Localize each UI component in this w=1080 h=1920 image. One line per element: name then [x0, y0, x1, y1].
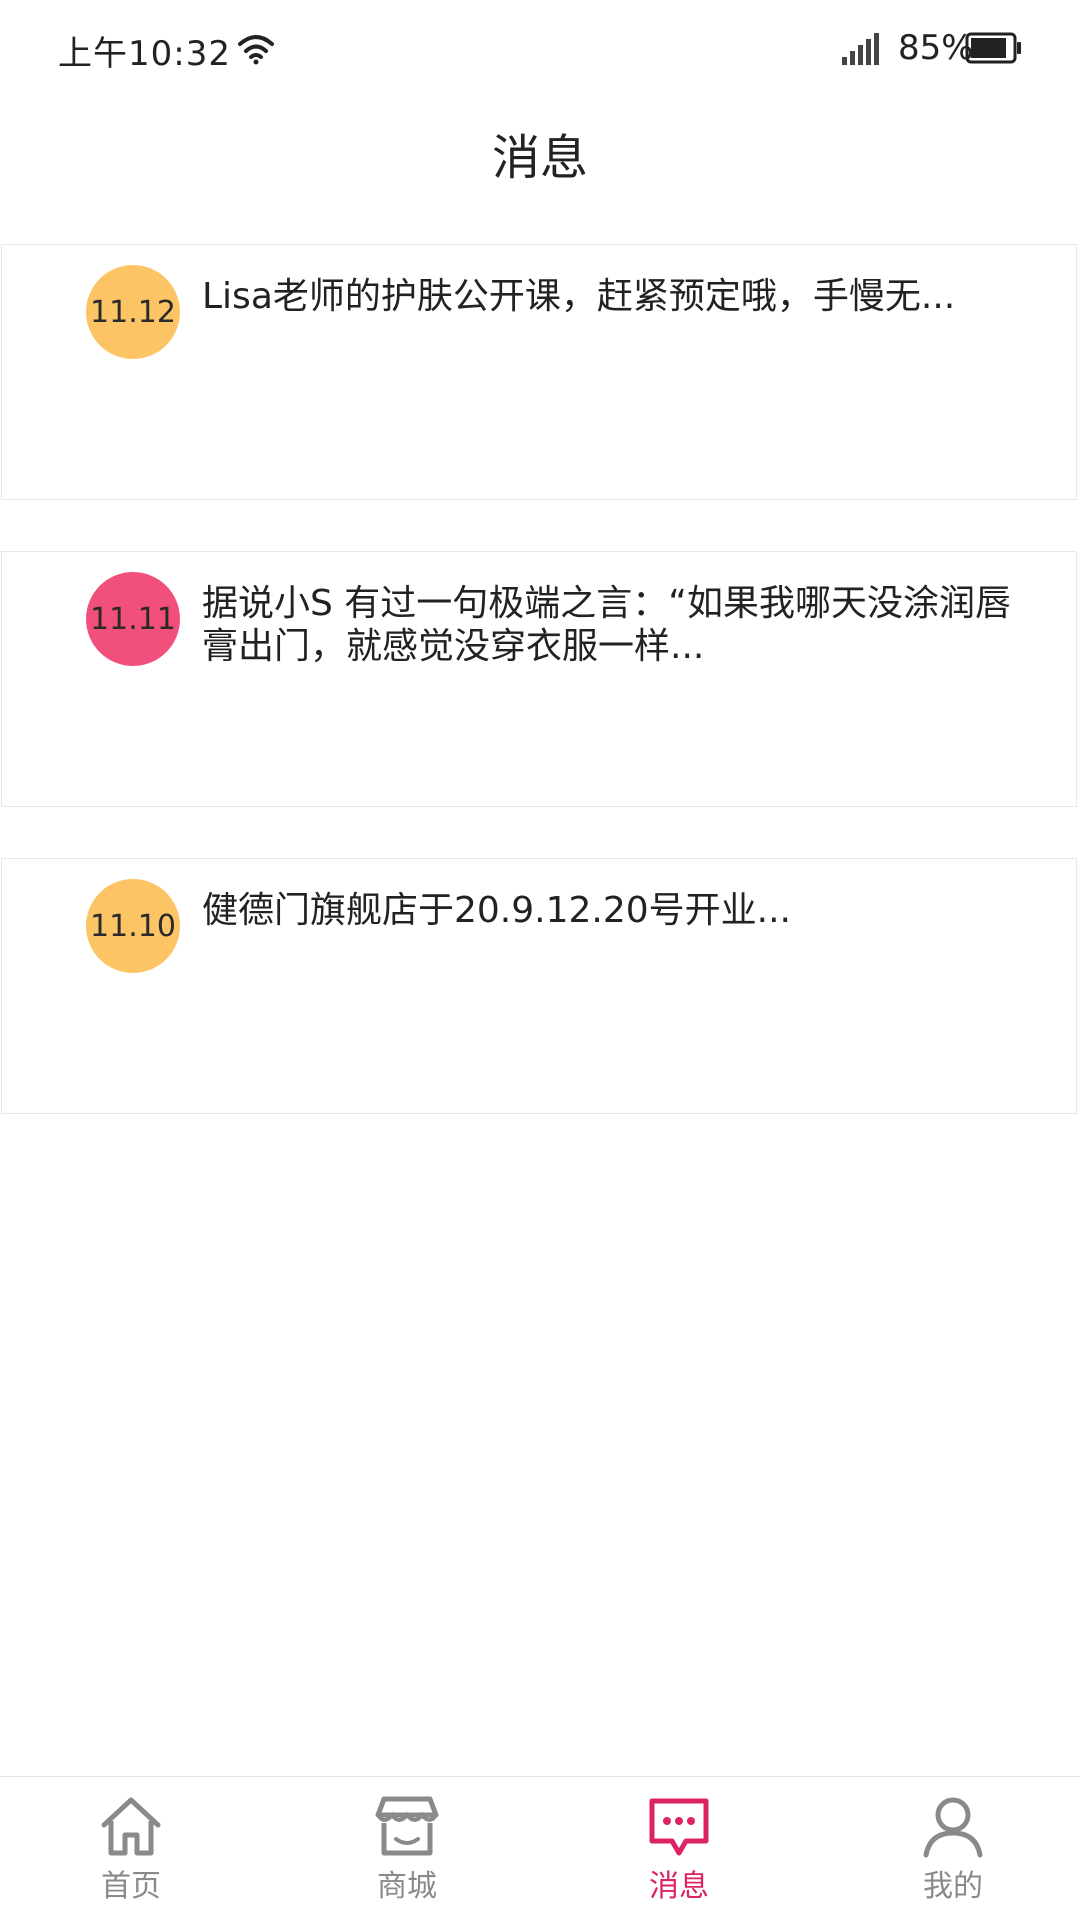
store-icon [375, 1796, 439, 1856]
nav-label-store: 商城 [377, 1869, 437, 1904]
nav-item-store[interactable]: 商城 [332, 1795, 482, 1915]
status-bar: 上午10:32 85% [0, 0, 1080, 100]
signal-icon [842, 33, 879, 65]
status-time: 上午10:32 [58, 34, 231, 74]
message-card[interactable]: 11.10 健德门旗舰店于20.9.12.20号开业... [1, 858, 1077, 1114]
nav-label-messages: 消息 [649, 1869, 709, 1904]
bottom-nav: 首页 商城 消息 我的 [0, 1776, 1080, 1920]
message-text: 健德门旗舰店于20.9.12.20号开业... [202, 890, 791, 931]
message-icon [649, 1798, 709, 1856]
nav-item-profile[interactable]: 我的 [878, 1795, 1028, 1915]
message-text: 据说小S 有过一句极端之言：“如果我哪天没涂润唇膏出门，就感觉没穿衣服一样... [202, 583, 1011, 667]
message-text: Lisa老师的护肤公开课，赶紧预定哦，手慢无... [202, 276, 956, 317]
nav-label-profile: 我的 [923, 1869, 983, 1904]
user-icon [923, 1797, 983, 1858]
date-badge: 11.12 [86, 265, 180, 359]
date-badge: 11.10 [86, 879, 180, 973]
nav-item-home[interactable]: 首页 [56, 1795, 206, 1915]
wifi-icon [238, 35, 274, 65]
nav-label-home: 首页 [101, 1869, 161, 1904]
battery-icon [965, 32, 1021, 64]
page-title: 消息 [491, 130, 588, 186]
nav-item-messages[interactable]: 消息 [604, 1795, 754, 1915]
battery-percentage: 85% [898, 28, 974, 68]
message-card[interactable]: 11.11 据说小S 有过一句极端之言：“如果我哪天没涂润唇膏出门，就感觉没穿衣… [1, 551, 1077, 807]
home-icon [101, 1797, 161, 1856]
message-card[interactable]: 11.12 Lisa老师的护肤公开课，赶紧预定哦，手慢无... [1, 244, 1077, 500]
date-badge: 11.11 [86, 572, 180, 666]
